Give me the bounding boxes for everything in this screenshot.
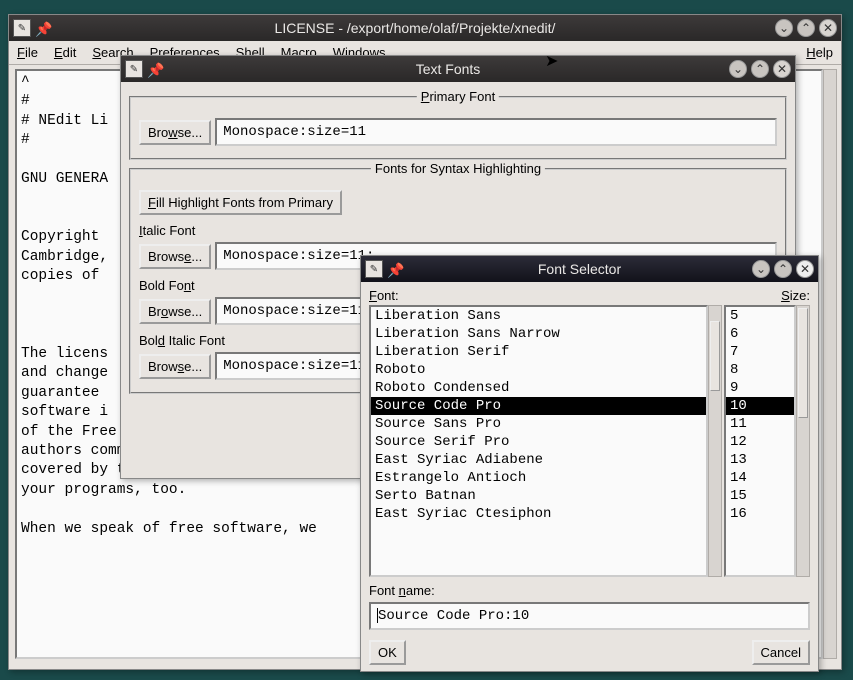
primary-font-input[interactable]: [215, 118, 777, 146]
close-icon[interactable]: ✕: [796, 260, 814, 278]
font-listbox[interactable]: Liberation SansLiberation Sans NarrowLib…: [369, 305, 708, 577]
italic-browse-button[interactable]: Browse...: [139, 244, 211, 269]
pin-icon[interactable]: 📌: [387, 262, 401, 276]
close-icon[interactable]: ✕: [773, 60, 791, 78]
size-list-item[interactable]: 13: [726, 451, 794, 469]
font-list-scrollbar[interactable]: [708, 305, 722, 577]
fonts-titlebar[interactable]: ✎ 📌 Text Fonts ⌄ ⌃ ✕: [121, 56, 795, 82]
size-list-item[interactable]: 5: [726, 307, 794, 325]
selector-ok-button[interactable]: OK: [369, 640, 406, 665]
size-list-item[interactable]: 8: [726, 361, 794, 379]
size-list-item[interactable]: 10: [726, 397, 794, 415]
minimize-icon[interactable]: ⌄: [775, 19, 793, 37]
size-list-item[interactable]: 9: [726, 379, 794, 397]
bolditalic-browse-button[interactable]: Browse...: [139, 354, 211, 379]
font-list-item[interactable]: East Syriac Ctesiphon: [371, 505, 706, 523]
app-icon: ✎: [125, 60, 143, 78]
font-column-label: Font:: [369, 288, 722, 303]
menu-file[interactable]: File: [9, 41, 46, 64]
font-list-item[interactable]: Serto Batnan: [371, 487, 706, 505]
pin-icon[interactable]: 📌: [147, 62, 161, 76]
menu-help[interactable]: Help: [798, 41, 841, 64]
maximize-icon[interactable]: ⌃: [774, 260, 792, 278]
size-list-item[interactable]: 6: [726, 325, 794, 343]
size-list-item[interactable]: 12: [726, 433, 794, 451]
size-list-item[interactable]: 7: [726, 343, 794, 361]
primary-font-group: Primary Font Browse...: [129, 96, 787, 160]
app-icon: ✎: [13, 19, 31, 37]
maximize-icon[interactable]: ⌃: [797, 19, 815, 37]
pin-icon[interactable]: 📌: [35, 21, 49, 35]
font-list-item[interactable]: Liberation Serif: [371, 343, 706, 361]
selector-title: Font Selector: [407, 261, 752, 277]
app-icon: ✎: [365, 260, 383, 278]
italic-font-label: Italic Font: [139, 223, 777, 238]
size-listbox[interactable]: 5678910111213141516: [724, 305, 796, 577]
fonts-title: Text Fonts: [167, 61, 729, 77]
size-list-scrollbar[interactable]: [796, 305, 810, 577]
main-title: LICENSE - /export/home/olaf/Projekte/xne…: [55, 20, 775, 36]
main-scrollbar[interactable]: [823, 69, 837, 659]
close-icon[interactable]: ✕: [819, 19, 837, 37]
font-list-item[interactable]: East Syriac Adiabene: [371, 451, 706, 469]
minimize-icon[interactable]: ⌄: [752, 260, 770, 278]
font-list-item[interactable]: Source Serif Pro: [371, 433, 706, 451]
minimize-icon[interactable]: ⌄: [729, 60, 747, 78]
selector-cancel-button[interactable]: Cancel: [752, 640, 810, 665]
font-list-item[interactable]: Liberation Sans: [371, 307, 706, 325]
main-titlebar[interactable]: ✎ 📌 LICENSE - /export/home/olaf/Projekte…: [9, 15, 841, 41]
syntax-fonts-label: Fonts for Syntax Highlighting: [371, 161, 545, 176]
font-selector-dialog: ✎ 📌 Font Selector ⌄ ⌃ ✕ Font: Liberation…: [360, 255, 819, 672]
font-list-item[interactable]: Liberation Sans Narrow: [371, 325, 706, 343]
primary-font-label: Primary Font: [417, 89, 499, 104]
size-list-item[interactable]: 11: [726, 415, 794, 433]
fill-highlight-fonts-button[interactable]: Fill Highlight Fonts from Primary: [139, 190, 342, 215]
primary-browse-button[interactable]: Browse...: [139, 120, 211, 145]
menu-edit[interactable]: Edit: [46, 41, 84, 64]
font-list-item[interactable]: Roboto Condensed: [371, 379, 706, 397]
font-name-input[interactable]: Source Code Pro:10: [369, 602, 810, 630]
selector-titlebar[interactable]: ✎ 📌 Font Selector ⌄ ⌃ ✕: [361, 256, 818, 282]
size-list-item[interactable]: 16: [726, 505, 794, 523]
font-list-item[interactable]: Estrangelo Antioch: [371, 469, 706, 487]
size-list-item[interactable]: 15: [726, 487, 794, 505]
bold-browse-button[interactable]: Browse...: [139, 299, 211, 324]
font-name-label: Font name:: [369, 583, 810, 598]
font-list-item[interactable]: Roboto: [371, 361, 706, 379]
size-list-item[interactable]: 14: [726, 469, 794, 487]
font-list-item[interactable]: Source Code Pro: [371, 397, 706, 415]
maximize-icon[interactable]: ⌃: [751, 60, 769, 78]
size-column-label: Size:: [724, 288, 810, 303]
font-list-item[interactable]: Source Sans Pro: [371, 415, 706, 433]
